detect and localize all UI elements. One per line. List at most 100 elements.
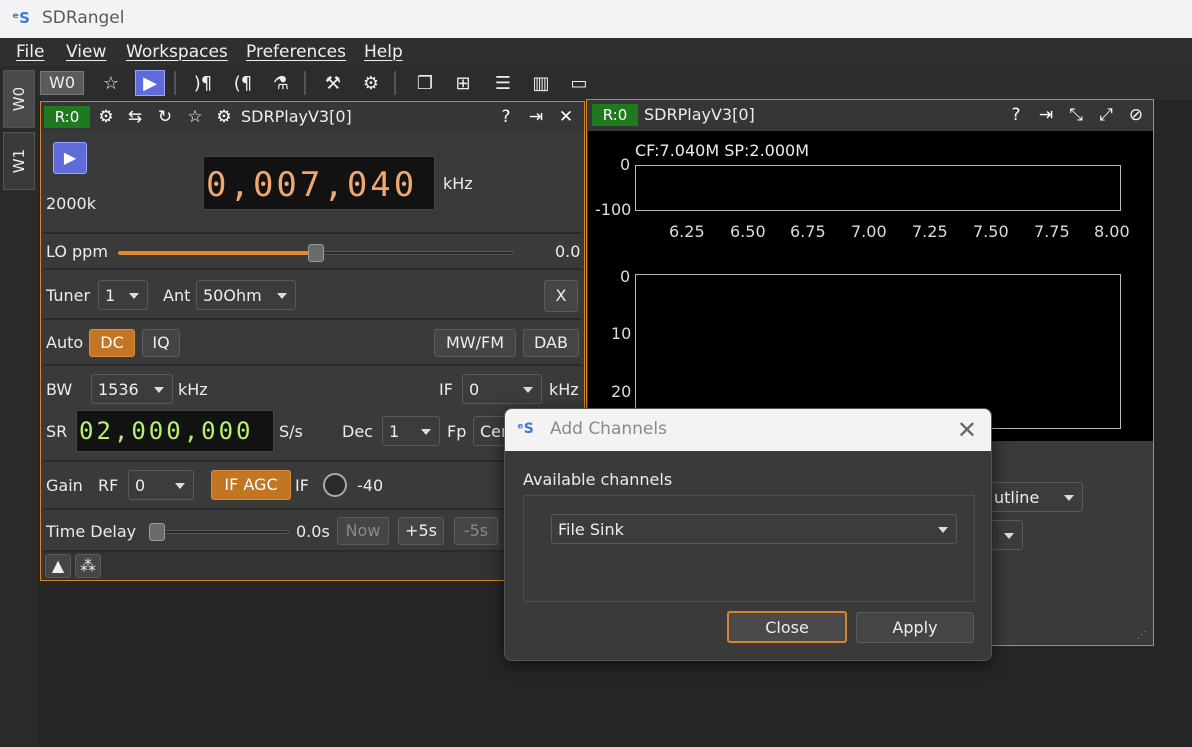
time-delay-slider-track[interactable] <box>151 530 289 534</box>
chevron-down-icon <box>1064 495 1074 501</box>
help-icon[interactable]: ? <box>493 105 519 129</box>
swap-icon[interactable]: ⇆ <box>122 105 148 129</box>
detach-icon[interactable]: ⇥ <box>1033 103 1059 127</box>
device-set-icon[interactable]: ⚙ <box>211 105 237 129</box>
chevron-down-icon <box>277 293 287 299</box>
close-button[interactable]: Close <box>727 611 847 643</box>
spectrum-icon[interactable]: ▲ <box>45 554 71 578</box>
star-icon[interactable]: ☆ <box>96 70 126 96</box>
x-tick: 6.25 <box>669 222 705 241</box>
auto-stack-icon[interactable]: ▥ <box>526 70 556 96</box>
minus-5s-button[interactable]: -5s <box>454 517 498 545</box>
bw-select[interactable]: 1536 <box>91 374 173 404</box>
if-gain-knob[interactable] <box>323 473 347 497</box>
menu-help[interactable]: Help <box>364 42 403 62</box>
lo-ppm-slider-handle[interactable] <box>308 244 324 262</box>
sample-rate-dial[interactable]: 02,000,000 <box>76 410 274 452</box>
detach-icon[interactable]: ⇥ <box>523 105 549 129</box>
time-delay-slider-handle[interactable] <box>149 523 165 541</box>
dc-button[interactable]: DC <box>89 329 135 357</box>
add-tx-device-icon[interactable]: (¶ <box>228 70 258 96</box>
antenna-label: Ant <box>163 286 191 305</box>
add-feature-icon[interactable]: ⚒ <box>318 70 348 96</box>
x-tick: 7.50 <box>973 222 1009 241</box>
gain-row: Gain RF 0 IF AGC IF -40 <box>43 460 582 508</box>
stack-windows-icon[interactable]: ☰ <box>488 70 518 96</box>
if-select[interactable]: 0 <box>462 374 542 404</box>
bw-label: BW <box>46 380 73 399</box>
rf-gain-select[interactable]: 0 <box>128 470 194 500</box>
channels-icon[interactable]: ⁂ <box>75 554 101 578</box>
mwfm-button[interactable]: MW/FM <box>434 329 516 357</box>
chevron-down-icon <box>421 429 431 435</box>
window-title: SDRangel <box>42 8 125 28</box>
reload-icon[interactable]: ↻ <box>152 105 178 129</box>
close-icon[interactable]: ✕ <box>553 105 579 129</box>
tab-w0[interactable]: W0 <box>3 70 35 128</box>
waterfall-plot-frame <box>635 274 1121 429</box>
gear-icon[interactable]: ⚙ <box>93 105 119 129</box>
channels-groupbox: File Sink <box>523 495 975 602</box>
resize-grip-icon[interactable]: ⋰ <box>1137 630 1147 641</box>
spectrum-panel-title: SDRPlayV3[0] <box>644 105 755 124</box>
extras-button[interactable]: X <box>544 280 578 312</box>
spectrum-option-select[interactable] <box>987 520 1023 550</box>
bw-unit: kHz <box>178 380 208 399</box>
tuner-select[interactable]: 1 <box>98 280 148 310</box>
lo-ppm-row: LO ppm 0.0 <box>43 232 582 268</box>
add-mimo-device-icon[interactable]: ⚗ <box>266 70 296 96</box>
play-icon[interactable]: ▶ <box>53 142 87 174</box>
plus-5s-button[interactable]: +5s <box>398 517 444 545</box>
iq-button[interactable]: IQ <box>142 329 180 357</box>
star-icon[interactable]: ☆ <box>182 105 208 129</box>
x-tick: 7.00 <box>851 222 887 241</box>
menu-preferences[interactable]: Preferences <box>246 42 346 62</box>
app-logo-icon: ᵉS <box>12 9 30 27</box>
decimation-select[interactable]: 1 <box>382 416 440 446</box>
channel-select[interactable]: File Sink <box>551 514 957 544</box>
waterfall-tick: 10 <box>611 324 632 343</box>
close-icon[interactable]: ✕ <box>957 416 977 444</box>
dab-button[interactable]: DAB <box>523 329 579 357</box>
dec-label: Dec <box>342 422 373 441</box>
if-unit: kHz <box>549 380 579 399</box>
menubar: File View Workspaces Preferences Help <box>0 38 1192 66</box>
chevron-down-icon <box>938 527 948 533</box>
menu-file[interactable]: File <box>16 42 44 62</box>
feature-settings-icon[interactable]: ⚙ <box>356 70 386 96</box>
tuner-label: Tuner <box>46 286 91 305</box>
waterfall-tick: 20 <box>611 382 632 401</box>
cascade-windows-icon[interactable]: ❐ <box>410 70 440 96</box>
now-button[interactable]: Now <box>337 517 389 545</box>
tile-windows-icon[interactable]: ⊞ <box>448 70 478 96</box>
x-tick: 7.25 <box>912 222 948 241</box>
toolbar-divider <box>174 71 176 95</box>
lo-ppm-slider-fill <box>118 251 316 255</box>
hide-icon[interactable]: ⊘ <box>1123 103 1149 127</box>
menu-workspaces[interactable]: Workspaces <box>126 42 228 62</box>
window-layout-icon[interactable]: ▭ <box>564 70 594 96</box>
maximize-icon[interactable]: ⤢ <box>1093 103 1119 127</box>
x-tick: 6.75 <box>790 222 826 241</box>
spectrum-display[interactable]: CF:7.040M SP:2.000M 0 -100 6.25 6.50 6.7… <box>588 131 1153 441</box>
play-icon[interactable]: ▶ <box>135 70 165 96</box>
time-delay-row: Time Delay 0.0s Now +5s -5s <box>43 508 582 550</box>
if-label: IF <box>439 380 453 399</box>
apply-button[interactable]: Apply <box>856 612 974 643</box>
available-channels-label: Available channels <box>523 470 673 489</box>
tab-w1[interactable]: W1 <box>3 132 35 190</box>
help-icon[interactable]: ? <box>1003 103 1029 127</box>
tuner-row: Tuner 1 Ant 50Ohm X <box>43 268 582 318</box>
device-panel-header: R:0 ⚙ ⇆ ↻ ☆ ⚙ SDRPlayV3[0] ? ⇥ ✕ <box>41 102 584 132</box>
shrink-icon[interactable]: ⤡ <box>1063 103 1089 127</box>
antenna-select[interactable]: 50Ohm <box>196 280 296 310</box>
center-frequency-dial[interactable]: 0,007,040 <box>203 156 435 210</box>
menu-view[interactable]: View <box>66 42 106 62</box>
add-rx-device-icon[interactable]: )¶ <box>188 70 218 96</box>
spectrum-style-select[interactable]: utline <box>987 482 1083 512</box>
chevron-down-icon <box>523 387 533 393</box>
if-agc-button[interactable]: IF AGC <box>211 470 291 500</box>
sample-rate-label: 2000k <box>46 194 96 213</box>
workspace-toolbar: W0 ☆ ▶ )¶ (¶ ⚗ ⚒ ⚙ ❐ ⊞ ☰ ▥ ▭ <box>38 66 1192 100</box>
x-tick: 7.75 <box>1034 222 1070 241</box>
